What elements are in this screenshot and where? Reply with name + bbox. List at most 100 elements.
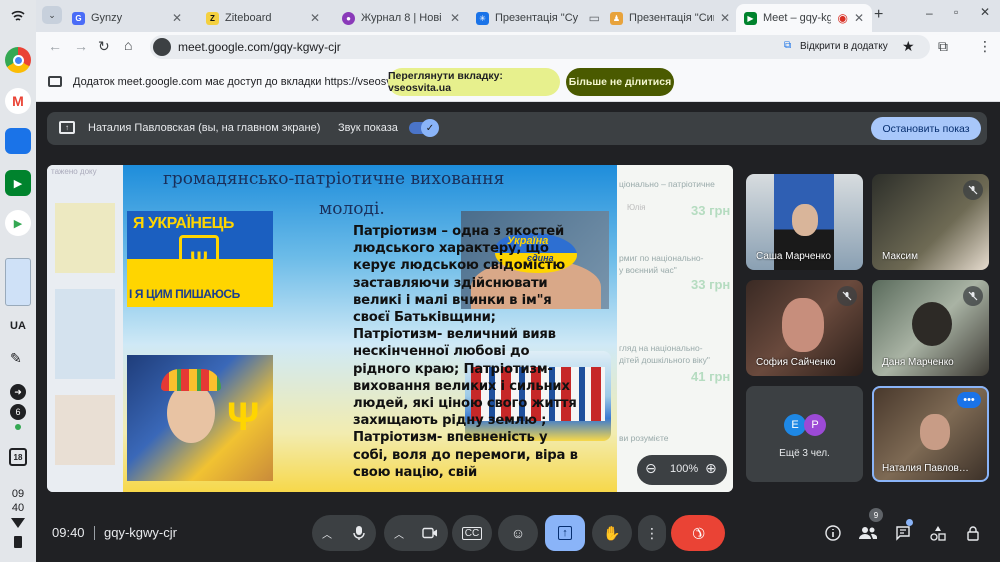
activities-icon[interactable]: [927, 522, 949, 544]
reactions-button[interactable]: ☺: [498, 515, 538, 551]
back-icon[interactable]: ←: [48, 38, 62, 54]
sound-toggle[interactable]: ✓: [409, 119, 439, 137]
tab-gynzy[interactable]: G Gynzy ✕: [64, 4, 190, 32]
slide-photo-girl: Ψ: [127, 355, 273, 481]
participant-tile-3[interactable]: София Сайченко: [746, 280, 863, 376]
meeting-info-icon[interactable]: [822, 522, 844, 544]
more-participants-tile[interactable]: Е Р Ещё 3 чел.: [746, 386, 863, 482]
restore-icon[interactable]: ▫: [954, 5, 958, 19]
tab-ziteboard[interactable]: Z Ziteboard ✕: [198, 4, 328, 32]
close-icon[interactable]: ✕: [310, 11, 320, 25]
tab-presentation-2[interactable]: ♟Презентація "Симв✕: [602, 4, 738, 32]
close-icon[interactable]: ✕: [172, 11, 182, 25]
trident-icon: Ψ: [179, 235, 219, 285]
participant-tile-4[interactable]: Даня Марченко: [872, 280, 989, 376]
meet-favicon: ▶: [744, 11, 757, 25]
shelf-clock-hour[interactable]: 09: [0, 488, 36, 500]
camera-icon[interactable]: [414, 517, 446, 549]
participant-name: София Сайченко: [756, 357, 836, 368]
zoom-level: 100%: [670, 463, 699, 475]
menu-icon[interactable]: ⋮: [978, 38, 992, 55]
recent-window-thumb[interactable]: [5, 258, 31, 306]
slide-title-1: громадянсько-патріотичне виховання: [163, 169, 505, 189]
captions-button[interactable]: CC: [452, 515, 492, 551]
gmail-app-icon[interactable]: M: [5, 88, 31, 114]
tab-presentation-1[interactable]: ✳ Презентація "Су ▭: [468, 4, 608, 32]
open-in-app-link[interactable]: Відкрити в додатку: [800, 41, 888, 52]
chrome-app-icon[interactable]: [5, 47, 31, 73]
address-bar[interactable]: meet.google.com/gqy-kgwy-cjr ⧉ Відкрити …: [150, 35, 930, 59]
green-dot: [15, 424, 21, 430]
files-app-icon[interactable]: [5, 128, 31, 154]
reload-icon[interactable]: ↻: [98, 38, 110, 55]
forward-icon[interactable]: →: [74, 38, 88, 54]
mic-options-chevron-icon[interactable]: ︿: [322, 526, 332, 541]
shelf-lang[interactable]: UA: [0, 320, 36, 332]
microphone-icon[interactable]: [343, 517, 375, 549]
sharing-notice-bar: Додаток meet.google.com має доступ до вк…: [36, 62, 1000, 102]
ziteboard-favicon: Z: [206, 11, 219, 25]
participant-tile-1[interactable]: Саша Марченко: [746, 174, 863, 270]
faded-price: 33 грн: [691, 277, 731, 292]
zoom-in-icon[interactable]: ⊕: [705, 460, 717, 477]
faded-price: 33 грн: [691, 203, 731, 218]
toggle-knob: ✓: [421, 119, 439, 137]
close-window-icon[interactable]: ✕: [980, 5, 990, 19]
notification-count[interactable]: 6: [10, 404, 26, 420]
close-icon[interactable]: ✕: [720, 11, 730, 25]
present-screen-icon: ↑: [558, 526, 572, 540]
close-icon[interactable]: ✕: [854, 11, 864, 25]
stop-show-button[interactable]: Остановить показ: [871, 117, 981, 140]
faded-text: рмиг по національно-: [619, 253, 704, 263]
wifi-status-icon[interactable]: [11, 518, 25, 528]
site-info-icon[interactable]: [153, 38, 171, 56]
zoom-out-icon[interactable]: ⊖: [645, 460, 657, 477]
participant-tile-2[interactable]: Максим: [872, 174, 989, 270]
share-screen-icon: [48, 76, 62, 87]
tab-meet[interactable]: ▶Meet – gqy-kgwy◉✕: [736, 4, 872, 32]
os-shelf: M ▶ ▶ UA ✎ ➜ 6 18 09 40: [0, 0, 36, 562]
slide-title-2: молоді.: [319, 199, 385, 219]
self-tile[interactable]: ••• Наталия Павлов…: [872, 386, 989, 482]
meet-app-icon[interactable]: ▶: [5, 170, 31, 196]
minimize-icon[interactable]: –: [926, 6, 933, 20]
more-options-button[interactable]: ⋮: [638, 515, 666, 551]
stop-sharing-button[interactable]: Більше не ділитися: [566, 68, 674, 96]
open-in-app-icon[interactable]: ⧉: [784, 40, 791, 51]
extensions-icon[interactable]: ⧉: [938, 38, 948, 55]
url-text[interactable]: meet.google.com/gqy-kgwy-cjr: [178, 40, 341, 54]
chat-unread-dot: [906, 519, 913, 526]
slide-body-text: Патріотизм – одна з якостей людського ха…: [353, 224, 578, 480]
people-icon[interactable]: [857, 522, 879, 544]
star-icon[interactable]: ★: [902, 38, 915, 55]
view-tab-button[interactable]: Переглянути вкладку: vseosvita.ua: [388, 68, 560, 96]
sharing-notice-text: Додаток meet.google.com має доступ до вк…: [73, 76, 419, 88]
background-page-right: ціонально – патріотичне Юлія 33 грн рмиг…: [617, 165, 733, 492]
participant-name: Саша Марченко: [756, 251, 831, 262]
new-tab-button[interactable]: +: [874, 6, 883, 24]
shelf-clock-min[interactable]: 40: [0, 502, 36, 514]
host-controls-icon[interactable]: [962, 522, 984, 544]
close-icon[interactable]: ✕: [450, 11, 460, 25]
tab-journal[interactable]: ●Журнал 8 | Нові зн✕: [334, 4, 468, 32]
cast-icon[interactable]: ▭: [589, 11, 600, 25]
faded-thumb: [55, 203, 115, 273]
faded-text: Юлія: [627, 203, 646, 212]
present-button[interactable]: ↑: [545, 515, 585, 551]
tab-search-icon[interactable]: ⌄: [42, 6, 62, 24]
participant-name: Наталия Павлов…: [882, 463, 969, 474]
raise-hand-button[interactable]: ✋: [592, 515, 632, 551]
more-options-icon[interactable]: •••: [957, 392, 981, 408]
calendar-icon[interactable]: 18: [9, 448, 27, 466]
divider: [94, 526, 95, 540]
battery-icon[interactable]: [14, 536, 22, 548]
home-icon[interactable]: ⌂: [124, 37, 132, 53]
wifi-icon: [6, 6, 30, 26]
people-count-badge: 9: [869, 508, 883, 522]
stylus-icon[interactable]: ✎: [10, 350, 22, 367]
leave-call-button[interactable]: ✆: [671, 515, 725, 551]
presentation-favicon: ♟: [610, 11, 623, 25]
camera-options-chevron-icon[interactable]: ︿: [394, 526, 404, 541]
meeting-clock: 09:40: [52, 525, 85, 540]
play-store-icon[interactable]: ▶: [5, 210, 31, 236]
